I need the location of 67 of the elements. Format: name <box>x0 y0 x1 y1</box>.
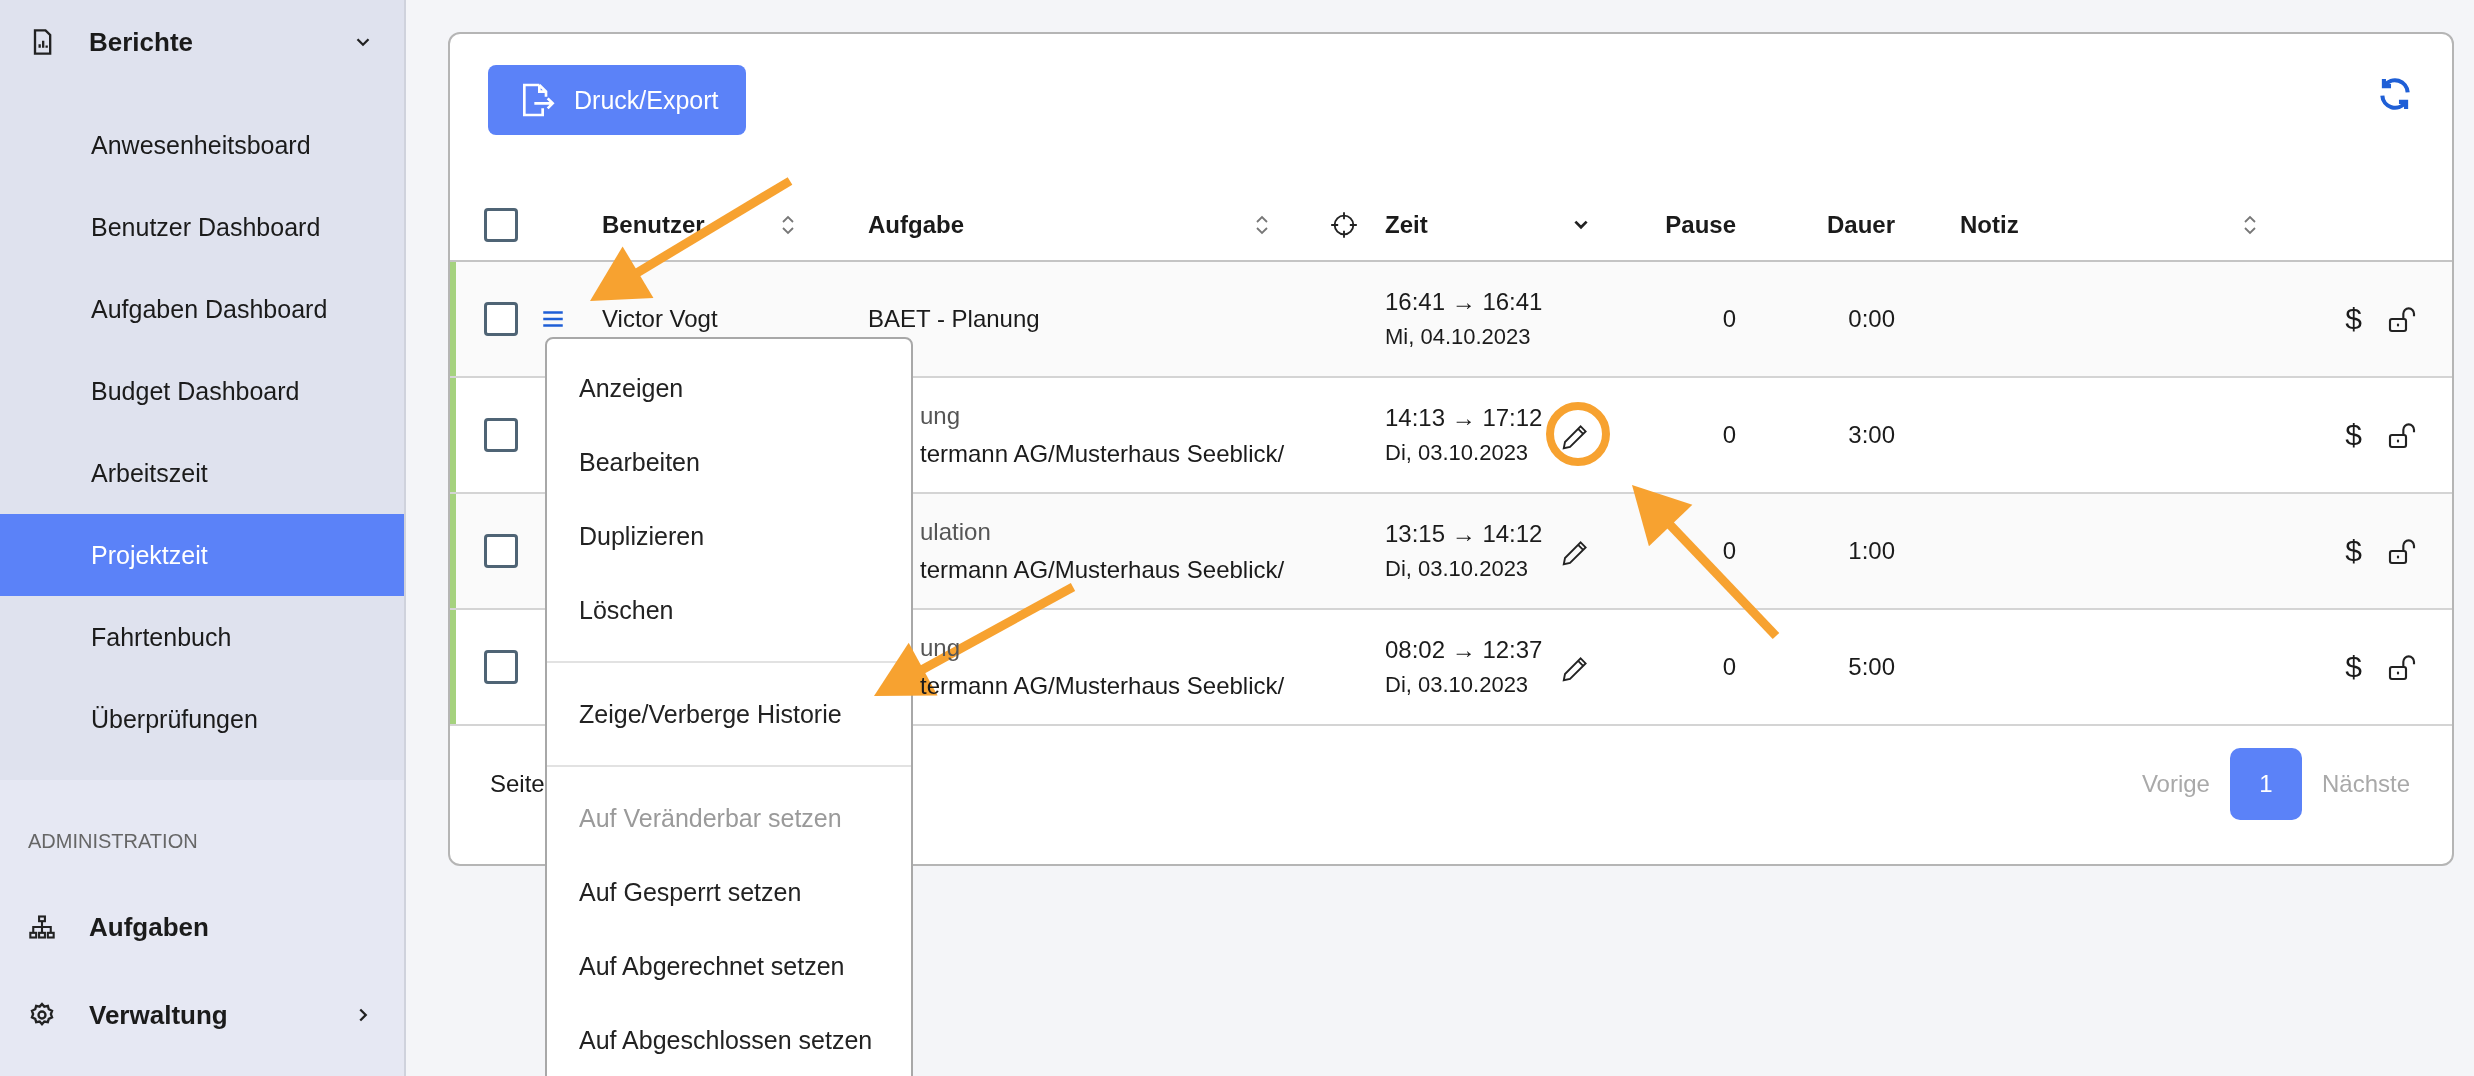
date: Di, 03.10.2023 <box>1385 672 1530 698</box>
page-button[interactable]: 1 <box>2229 748 2302 820</box>
menu-item[interactable]: Anzeigen <box>547 351 911 425</box>
sidebar-item[interactable]: Benutzer Dashboard <box>0 186 404 268</box>
sidebar-item[interactable]: Aufgaben Dashboard <box>0 268 404 350</box>
table-cell: BAET - Planung <box>868 305 1040 333</box>
billing-toggle[interactable]: $ <box>2345 534 2362 568</box>
billing-toggle[interactable]: $ <box>2345 418 2362 452</box>
table-cell: 3:00 <box>1848 421 1895 449</box>
pencil-icon[interactable] <box>1560 422 1590 452</box>
sidebar-item[interactable]: Überprüfungen <box>0 678 404 760</box>
time-range: 16:41 → 16:41 <box>1385 288 1543 316</box>
date: Mi, 04.10.2023 <box>1385 324 1532 350</box>
table-cell: termann AG/Musterhaus Seeblick/ <box>920 440 1285 468</box>
export-button[interactable]: Druck/Export <box>488 65 747 135</box>
sidebar-item[interactable]: Fahrtenbuch <box>0 596 404 678</box>
row-checkbox[interactable] <box>484 302 518 336</box>
menu-item[interactable]: Zeige/Verberge Historie <box>547 677 911 751</box>
table-cell: ung <box>920 634 961 662</box>
sidebar-item[interactable]: Verwaltung <box>0 971 404 1059</box>
table-cell: ulation <box>920 518 991 546</box>
table-cell: 0 <box>1722 537 1736 565</box>
row-checkbox[interactable] <box>484 534 518 568</box>
table-cell: 1:00 <box>1848 537 1895 565</box>
section-title: ADMINISTRATION <box>27 828 199 854</box>
sitemap-icon <box>28 913 56 941</box>
sidebar-item[interactable]: Budget Dashboard <box>0 350 404 432</box>
date: Di, 03.10.2023 <box>1385 556 1530 582</box>
time-range: 08:02 → 12:37 <box>1385 636 1543 664</box>
table-cell: 0 <box>1722 305 1736 333</box>
crosshair-icon[interactable] <box>1330 211 1358 239</box>
sidebar-item[interactable]: Arbeitszeit <box>0 432 404 514</box>
table-cell: 5:00 <box>1848 653 1895 681</box>
page-label: Seite <box>490 770 545 798</box>
menu-item[interactable]: Bearbeiten <box>547 425 911 499</box>
menu-item[interactable]: Auf Gesperrt setzen <box>547 855 911 929</box>
sidebar-item[interactable]: Aufgaben <box>0 883 404 971</box>
pencil-icon[interactable] <box>1560 538 1590 568</box>
table-cell: termann AG/Musterhaus Seeblick/ <box>920 556 1285 584</box>
menu-item[interactable]: Löschen <box>547 573 911 647</box>
sidebar-item[interactable]: Anwesenheitsboard <box>0 104 404 186</box>
billing-toggle[interactable]: $ <box>2345 302 2362 336</box>
menu-item[interactable]: Auf Abgeschlossen setzen <box>547 1003 911 1076</box>
time-range: 14:13 → 17:12 <box>1385 404 1543 432</box>
billing-toggle[interactable]: $ <box>2345 650 2362 684</box>
column-header[interactable]: Notiz <box>1960 211 2019 239</box>
column-header[interactable]: Dauer <box>1826 211 1895 239</box>
select-all-checkbox[interactable] <box>484 208 518 242</box>
pencil-icon[interactable] <box>1560 654 1590 684</box>
menu-item[interactable]: Duplizieren <box>547 499 911 573</box>
column-header[interactable]: Aufgabe <box>868 211 964 239</box>
menu-item[interactable]: Auf Abgerechnet setzen <box>547 929 911 1003</box>
reports-menu-header[interactable]: Berichte <box>0 0 404 84</box>
column-header[interactable]: Benutzer <box>602 211 705 239</box>
column-header[interactable]: Zeit <box>1385 211 1428 239</box>
time-range: 13:15 → 14:12 <box>1385 520 1543 548</box>
row-checkbox[interactable] <box>484 650 518 684</box>
table-cell: ung <box>920 402 961 430</box>
date: Di, 03.10.2023 <box>1385 440 1530 466</box>
highlight-circle <box>1546 402 1610 466</box>
table-cell: 0 <box>1722 421 1736 449</box>
sidebar-item[interactable]: Projektzeit <box>0 514 404 596</box>
table-cell: 0 <box>1722 653 1736 681</box>
table-cell: Victor Vogt <box>602 305 718 333</box>
row-checkbox[interactable] <box>484 418 518 452</box>
column-header[interactable]: Pause <box>1665 211 1736 239</box>
table-cell: 0:00 <box>1848 305 1895 333</box>
